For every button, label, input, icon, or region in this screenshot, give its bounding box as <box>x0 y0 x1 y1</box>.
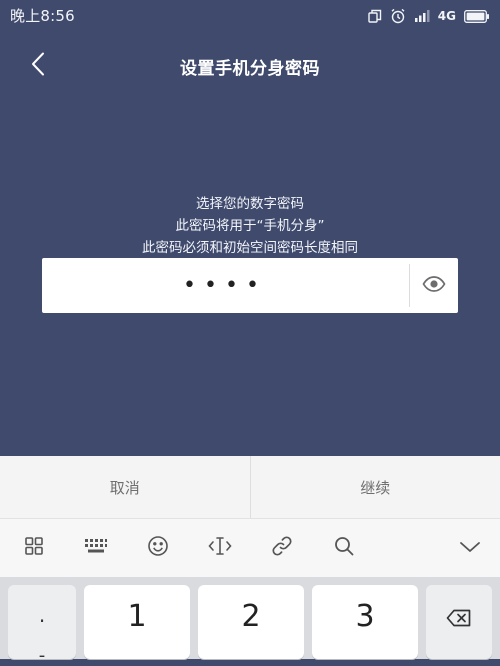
key-punctuation[interactable]: . - <box>8 585 76 659</box>
signal-icon <box>414 9 430 23</box>
grid-icon <box>24 536 44 560</box>
instruction-line-3: 此密码必须和初始空间密码长度相同 <box>0 237 500 259</box>
status-bar: 晚上8:56 4G <box>0 0 500 32</box>
key-2[interactable]: 2 <box>198 585 304 659</box>
key-3[interactable]: 3 <box>312 585 418 659</box>
search-button[interactable] <box>329 533 359 563</box>
keyboard-layout-button[interactable] <box>81 533 111 563</box>
keyboard-toolbar <box>0 519 500 577</box>
key-2-label: 2 <box>241 599 260 634</box>
continue-button[interactable]: 继续 <box>251 456 500 518</box>
hide-keyboard-button[interactable] <box>455 533 485 563</box>
key-1-label: 1 <box>127 599 146 634</box>
link-icon <box>271 535 293 561</box>
key-1[interactable]: 1 <box>84 585 190 659</box>
page-title: 设置手机分身密码 <box>0 54 500 79</box>
key-punctuation-label: . <box>39 603 45 627</box>
password-field <box>42 258 458 313</box>
password-input[interactable] <box>42 258 408 313</box>
instruction-line-2: 此密码将用于“手机分身” <box>0 215 500 237</box>
apps-grid-button[interactable] <box>19 533 49 563</box>
numeric-keypad: . - 1 2 3 <box>0 577 500 659</box>
backspace-icon <box>446 609 472 631</box>
show-password-toggle[interactable] <box>410 258 458 313</box>
eye-icon <box>422 276 446 296</box>
key-3-label: 3 <box>355 599 374 634</box>
alarm-clock-icon <box>390 8 406 24</box>
copy-icon <box>368 9 382 23</box>
status-icons: 4G <box>368 6 490 26</box>
key-punctuation-label-2: - <box>8 647 76 665</box>
instruction-line-1: 选择您的数字密码 <box>0 193 500 215</box>
status-time: 晚上8:56 <box>10 5 75 26</box>
cursor-button[interactable] <box>205 533 235 563</box>
action-bar: 取消 继续 <box>0 456 500 519</box>
chevron-down-icon <box>459 539 481 558</box>
emoji-button[interactable] <box>143 533 173 563</box>
cancel-button[interactable]: 取消 <box>0 456 250 518</box>
backspace-key[interactable] <box>426 585 492 659</box>
smiley-icon <box>147 535 169 561</box>
battery-icon <box>464 10 490 23</box>
instructions: 选择您的数字密码 此密码将用于“手机分身” 此密码必须和初始空间密码长度相同 <box>0 193 500 259</box>
search-icon <box>333 535 355 561</box>
network-type: 4G <box>438 10 456 22</box>
nav-bar: 设置手机分身密码 <box>0 38 500 92</box>
link-button[interactable] <box>267 533 297 563</box>
text-cursor-icon <box>208 535 232 561</box>
keyboard-icon <box>84 537 108 559</box>
